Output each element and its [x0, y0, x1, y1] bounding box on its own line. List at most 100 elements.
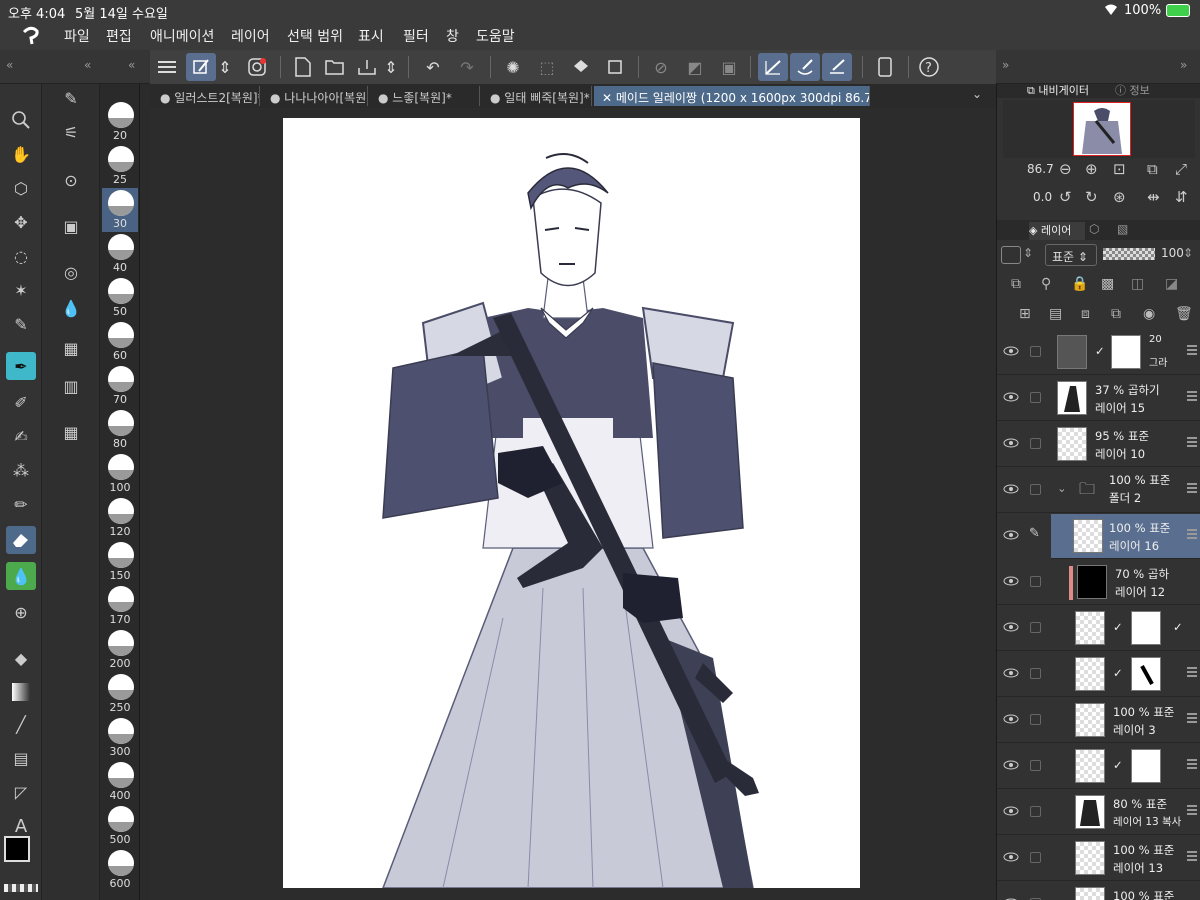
layer-select-checkbox[interactable] — [1030, 576, 1041, 587]
hand-tool-icon[interactable]: ✋ — [6, 140, 36, 168]
layer-row[interactable]: 37 % 곱하기 레이어 15 — [997, 376, 1200, 421]
collapse-right-icon[interactable]: » — [1002, 58, 1009, 72]
brush-size-item[interactable]: 70 — [102, 364, 138, 408]
frame-tool-icon[interactable]: ▤ — [6, 744, 36, 772]
calendar-icon[interactable]: ▦ — [56, 418, 86, 446]
expand-right-icon[interactable]: » — [1180, 58, 1187, 72]
deselect-icon[interactable]: ⊘ — [646, 53, 676, 81]
rotate-right-icon[interactable]: ↻ — [1085, 188, 1098, 206]
menu-help[interactable]: 도움말 — [476, 26, 515, 46]
open-file-icon[interactable] — [320, 53, 350, 81]
menu-layer[interactable]: 레이어 — [231, 26, 270, 46]
tab-document[interactable]: ● 나나나아아[복원] — [262, 86, 368, 106]
invert-selection-icon[interactable]: ◩ — [680, 53, 710, 81]
tab-layer-search[interactable]: ▧ — [1117, 222, 1141, 240]
tab-info[interactable]: ⓘ 정보 — [1115, 82, 1175, 98]
stepper-icon[interactable]: ⇕ — [216, 53, 234, 81]
collapse-left-icon[interactable]: « — [6, 58, 13, 72]
eraser-tool-icon[interactable] — [6, 526, 36, 554]
delete-layer-icon[interactable]: 🗑 — [1175, 306, 1193, 322]
snap-ruler-icon[interactable] — [758, 53, 788, 81]
layer-row[interactable]: ✓ ✓ — [997, 606, 1200, 651]
merge-down-icon[interactable]: ⧉ — [1111, 306, 1121, 322]
pencil-tool-icon[interactable]: ✐ — [6, 388, 36, 416]
eyedropper-icon[interactable]: ✎ — [6, 310, 36, 338]
brush-size-item[interactable]: 80 — [102, 408, 138, 452]
zoom-tool-icon[interactable] — [6, 106, 36, 134]
layer-select-checkbox[interactable] — [1030, 852, 1041, 863]
device-icon[interactable] — [870, 53, 900, 81]
brush-list-icon[interactable]: ✎ — [56, 84, 86, 112]
app-logo-icon[interactable] — [20, 24, 42, 50]
reference-layer-icon[interactable]: ⚲ — [1041, 276, 1051, 292]
lasso-tool-icon[interactable]: ◌ — [6, 242, 36, 270]
brush-size-item[interactable]: 20 — [102, 100, 138, 144]
layer-drag-handle[interactable] — [1187, 391, 1197, 401]
opacity-slider[interactable] — [1103, 248, 1155, 260]
decoration-tool-icon[interactable]: ✏ — [6, 490, 36, 518]
rotate-left-icon[interactable]: ↺ — [1059, 188, 1072, 206]
menu-edit[interactable]: 편집 — [106, 26, 132, 46]
drawing-canvas[interactable] — [283, 118, 860, 888]
new-folder-icon[interactable]: ▤ — [1049, 306, 1062, 322]
brush-size-item[interactable]: 150 — [102, 540, 138, 584]
layer-select-checkbox[interactable] — [1030, 484, 1041, 495]
palette-grid-icon[interactable]: ▦ — [56, 334, 86, 362]
layer-drag-handle[interactable] — [1187, 805, 1197, 815]
folder-row[interactable]: ⌄ 🗀 100 % 표준 폴더 2 — [997, 468, 1200, 513]
brush-size-item-selected[interactable]: 30 — [102, 188, 138, 232]
layer-drag-handle[interactable] — [1187, 851, 1197, 861]
lock-icon[interactable]: 🔒 — [1071, 276, 1088, 292]
layer-drag-handle[interactable] — [1187, 483, 1197, 493]
layer-row[interactable]: 95 % 표준 레이어 10 — [997, 422, 1200, 467]
create-mask-icon[interactable]: ◉ — [1143, 306, 1155, 322]
layer-row[interactable]: 70 % 곱하 레이어 12 — [997, 560, 1200, 605]
fit-screen-icon[interactable]: ⧉ — [1147, 160, 1158, 178]
menu-icon[interactable] — [152, 53, 182, 81]
chevron-down-icon[interactable]: ⌄ — [1057, 481, 1067, 495]
menu-file[interactable]: 파일 — [64, 26, 90, 46]
3d-tool-icon[interactable]: ⬡ — [6, 174, 36, 202]
navigator-viewport[interactable] — [1073, 102, 1131, 156]
brush-size-item[interactable]: 40 — [102, 232, 138, 276]
collapse-subtool-icon[interactable]: « — [84, 58, 91, 72]
flip-vertical-icon[interactable]: ⇵ — [1175, 188, 1188, 206]
main-color-swatch[interactable] — [4, 836, 30, 862]
layer-select-checkbox[interactable] — [1030, 806, 1041, 817]
stepper-icon[interactable]: ⇕ — [1023, 246, 1033, 260]
new-file-icon[interactable] — [288, 53, 318, 81]
transfer-down-icon[interactable]: ⧈ — [1081, 306, 1090, 322]
brush-size-item[interactable]: 250 — [102, 672, 138, 716]
brush-size-item[interactable]: 25 — [102, 144, 138, 188]
tab-document[interactable]: ● 느좋[복원]* — [370, 86, 480, 106]
pen-tool-icon[interactable]: ✒ — [6, 352, 36, 380]
menu-filter[interactable]: 필터 — [403, 26, 429, 46]
panel-icon[interactable]: ▣ — [56, 212, 86, 240]
tab-document[interactable]: ● 일태 삐죽[복원]* — [482, 86, 592, 106]
layer-drag-handle[interactable] — [1187, 437, 1197, 447]
flip-horizontal-icon[interactable]: ⇹ — [1147, 188, 1160, 206]
brush-size-item[interactable]: 300 — [102, 716, 138, 760]
lock-transparency-icon[interactable]: ▩ — [1101, 276, 1114, 292]
select-all-icon[interactable]: ⬚ — [532, 53, 562, 81]
redo-icon[interactable]: ↷ — [452, 53, 482, 81]
clip-layer-icon[interactable]: ⧉ — [1011, 276, 1021, 292]
layer-drag-handle[interactable] — [1187, 759, 1197, 769]
brush-tool-icon[interactable]: ✍ — [6, 422, 36, 450]
save-icon[interactable] — [352, 53, 382, 81]
tab-layer[interactable]: ◈ 레이어 — [1029, 222, 1085, 240]
gradient-tool-icon[interactable] — [6, 678, 36, 706]
undo-icon[interactable]: ↶ — [418, 53, 448, 81]
stepper2-icon[interactable]: ⇕ — [382, 53, 400, 81]
layer-row[interactable]: 100 % 표준 레이어 3 — [997, 698, 1200, 743]
brush-size-item[interactable]: 50 — [102, 276, 138, 320]
brush-size-item[interactable]: 400 — [102, 760, 138, 804]
snap-brush-icon[interactable] — [790, 53, 820, 81]
opacity-stepper-icon[interactable]: ⇕ — [1183, 246, 1193, 260]
layer-select-checkbox[interactable] — [1030, 760, 1041, 771]
blend-tool-icon[interactable]: 💧 — [6, 562, 36, 590]
zoom-out-icon[interactable]: ⊖ — [1059, 160, 1072, 178]
menu-view[interactable]: 표시 — [358, 26, 384, 46]
airbrush-tool-icon[interactable]: ⁂ — [6, 456, 36, 484]
layer-select-checkbox[interactable] — [1030, 392, 1041, 403]
